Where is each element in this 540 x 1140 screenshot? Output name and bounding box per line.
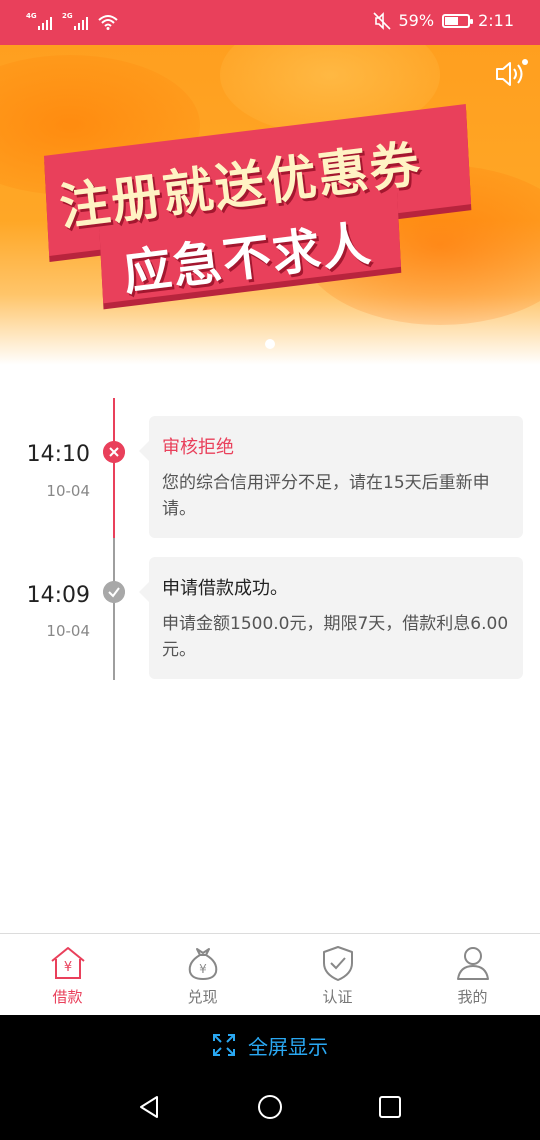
loan-house-icon: ¥ <box>50 947 85 979</box>
status-left: 4G 2G <box>26 12 118 30</box>
money-bag-icon: ¥ <box>188 948 217 981</box>
battery-level-fill <box>445 16 459 25</box>
timeline-date: 10-04 <box>46 482 90 500</box>
system-nav-bar <box>0 1075 540 1140</box>
status-right: 59% 2:11 <box>372 11 514 30</box>
network-type-label: 2G <box>62 12 73 20</box>
nav-label: 兑现 <box>187 988 218 1006</box>
back-icon[interactable] <box>137 1094 163 1120</box>
battery-icon <box>442 13 474 28</box>
shield-check-icon <box>322 946 353 981</box>
user-icon <box>456 947 489 980</box>
timeline-time: 14:10 <box>26 442 90 467</box>
nav-item-profile[interactable]: 我的 <box>405 934 540 1015</box>
expand-icon <box>213 1034 235 1056</box>
wifi-icon <box>98 15 118 30</box>
timeline-card-body: 申请金额1500.0元，期限7天，借款利息6.00元。 <box>162 614 509 660</box>
timeline-card-title: 申请借款成功。 <box>162 578 288 599</box>
speaker-icon[interactable] <box>494 59 528 89</box>
home-icon[interactable] <box>257 1094 283 1120</box>
battery-percent: 59% <box>398 11 435 30</box>
status-bar: 4G 2G 59% 2:11 <box>0 0 540 45</box>
bottom-nav: ¥ 借款 ¥ 兑现 认证 我的 <box>0 933 540 1015</box>
timeline-card: 申请借款成功。 申请金额1500.0元，期限7天，借款利息6.00元。 <box>139 557 523 679</box>
promo-banner[interactable]: 注册就送优惠券 应急不求人 <box>0 45 540 365</box>
timeline-date: 10-04 <box>46 622 90 640</box>
nav-item-verify[interactable]: 认证 <box>270 934 405 1015</box>
network-type-label: 4G <box>26 12 37 20</box>
nav-label: 借款 <box>52 988 83 1006</box>
signal-icon: 4G <box>26 12 52 30</box>
timeline-card-title: 审核拒绝 <box>162 437 234 458</box>
nav-item-cash[interactable]: ¥ 兑现 <box>135 934 270 1015</box>
timeline-line <box>113 538 115 680</box>
svg-text:¥: ¥ <box>63 960 71 975</box>
fullscreen-label: 全屏显示 <box>248 1034 328 1059</box>
close-circle-icon <box>103 441 125 463</box>
recents-icon[interactable] <box>377 1094 403 1120</box>
timeline-card: 审核拒绝 您的综合信用评分不足，请在15天后重新申请。 <box>139 416 523 538</box>
nav-label: 认证 <box>322 988 353 1006</box>
mute-icon <box>372 11 391 30</box>
timeline-card-body: 您的综合信用评分不足，请在15天后重新申请。 <box>162 473 490 519</box>
timeline-time: 14:09 <box>26 583 90 608</box>
fullscreen-button[interactable]: 全屏显示 <box>0 1015 540 1075</box>
carousel-indicator[interactable] <box>265 339 275 349</box>
svg-text:¥: ¥ <box>199 962 207 976</box>
check-circle-icon <box>103 581 125 603</box>
clock: 2:11 <box>478 11 514 30</box>
signal-icon: 2G <box>62 12 88 30</box>
timeline-line-active <box>113 398 115 538</box>
nav-item-loan[interactable]: ¥ 借款 <box>0 934 135 1015</box>
nav-label: 我的 <box>457 988 488 1006</box>
